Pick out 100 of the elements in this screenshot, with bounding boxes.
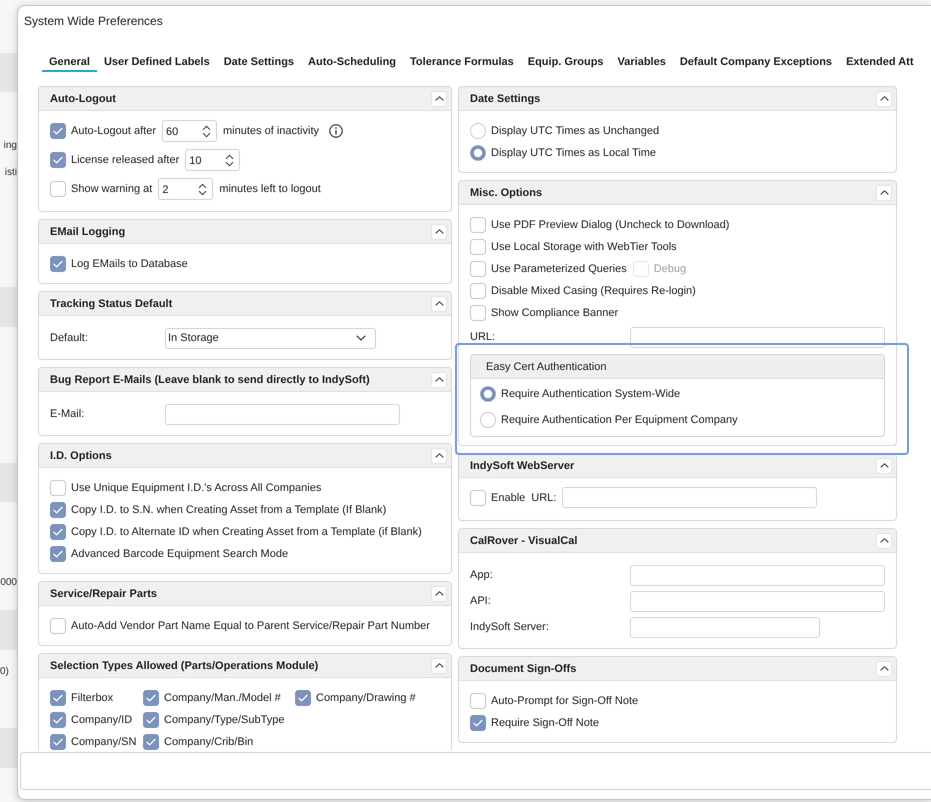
collapse-button[interactable] [431,90,447,106]
collapse-button[interactable] [876,532,892,548]
panel-title: Document Sign-Offs [470,662,576,674]
radio-button[interactable] [480,412,496,428]
caret-up-icon[interactable] [434,453,444,458]
radio-label: Require Authentication Per Equipment Company [501,414,738,426]
checkbox[interactable] [470,490,486,506]
number-spinner[interactable]: 10 [185,148,240,170]
checkbox[interactable] [50,712,66,728]
checkbox-label: Company/Man./Model # [164,692,281,704]
text-field[interactable] [562,487,818,508]
caret-up-icon[interactable] [880,666,888,671]
checkbox[interactable] [143,734,159,750]
text-field[interactable] [630,564,885,586]
row-stripe [0,287,17,327]
checkbox[interactable] [50,502,66,518]
checkbox[interactable] [50,180,66,196]
radio-label: Display UTC Times as Local Time [491,147,656,159]
checkbox[interactable] [295,690,311,706]
radio-button[interactable] [470,123,486,139]
checkbox-label: Company/Crib/Bin [164,736,254,748]
panel-title: IndySoft WebServer [470,460,574,472]
checkbox[interactable] [50,546,66,562]
radio-button[interactable] [480,386,496,402]
checkbox-label: Enable [491,492,526,504]
tab[interactable]: Auto-Scheduling [301,54,404,72]
checkbox[interactable] [50,256,66,272]
caret-up-icon[interactable] [434,591,444,596]
collapse-button[interactable] [431,224,447,240]
caret-up-icon[interactable] [434,377,444,382]
caret-up-icon[interactable] [434,96,444,101]
collapse-button[interactable] [876,90,892,106]
tab[interactable]: General [42,54,97,72]
checkbox[interactable] [470,283,486,299]
field-label: App: [470,569,494,581]
number-spinner[interactable]: 2 [158,178,214,200]
collapse-button[interactable] [431,372,447,388]
collapse-button[interactable] [876,458,892,474]
checkbox[interactable] [470,305,486,321]
checkbox[interactable] [470,715,486,731]
tab[interactable]: Variables [610,54,673,72]
panel-title: EMail Logging [50,226,126,238]
panel-title: Tracking Status Default [50,298,172,310]
collapse-button[interactable] [431,658,447,674]
checkbox[interactable] [50,618,66,634]
field-label: IndySoft Server: [470,621,550,633]
radio-label: Require Authentication System-Wide [501,388,680,400]
checkbox[interactable] [50,690,66,706]
row-stripe [0,53,17,92]
panel-title: Misc. Options [470,186,542,198]
tab[interactable]: Tolerance Formulas [403,54,521,72]
tab[interactable]: Extended Att [839,54,920,72]
text-field[interactable] [630,590,885,612]
up-down-arrows-icon[interactable] [225,154,234,167]
collapse-button[interactable] [431,448,447,464]
caret-up-icon[interactable] [880,190,888,195]
chevron-down-icon[interactable] [356,335,366,341]
up-down-arrows-icon[interactable] [198,183,208,196]
panel-title: CalRover - VisualCal [470,534,578,546]
checkbox[interactable] [470,693,486,709]
checkbox-label: Copy I.D. to Alternate ID when Creating Asset from a Template (if Blank) [71,526,422,538]
tab[interactable]: User Defined Labels [96,54,217,72]
text-field[interactable] [630,616,820,638]
tab[interactable]: Date Settings [216,54,302,72]
checkbox[interactable] [470,217,486,233]
checkbox[interactable] [50,524,66,540]
caret-up-icon[interactable] [880,538,888,543]
up-down-arrows-icon[interactable] [202,125,212,138]
caret-up-icon[interactable] [434,301,444,306]
checkbox-label: Filterbox [71,692,114,704]
dropdown[interactable]: In Storage [165,328,376,348]
tab[interactable]: Default Company Exceptions [672,54,840,72]
info-icon[interactable] [329,124,343,138]
checkbox[interactable] [143,690,159,706]
checkbox[interactable] [50,122,66,138]
background-text: 000 [0,576,17,590]
text-field[interactable] [165,404,400,424]
checkbox-label: Show Compliance Banner [491,307,618,319]
collapse-button[interactable] [431,296,447,312]
caret-up-icon[interactable] [880,463,888,468]
checkbox[interactable] [50,480,66,496]
checkbox[interactable] [470,239,486,255]
checkbox-label: Company/Type/SubType [164,714,284,726]
checkbox[interactable] [50,734,66,750]
tab[interactable]: Equip. Groups [520,54,611,72]
checkbox-label: Log EMails to Database [71,258,188,270]
checkbox[interactable] [143,712,159,728]
checkbox[interactable] [470,261,486,277]
checkbox-label: License released after [71,154,180,166]
caret-up-icon[interactable] [434,229,444,234]
checkbox-label: Show warning at [71,182,152,194]
text-field[interactable] [630,326,885,348]
radio-button[interactable] [470,145,486,161]
number-spinner[interactable]: 60 [162,120,218,142]
caret-up-icon[interactable] [434,663,444,668]
collapse-button[interactable] [431,586,447,602]
collapse-button[interactable] [876,184,892,200]
collapse-button[interactable] [876,660,892,676]
caret-up-icon[interactable] [880,96,888,101]
checkbox[interactable] [50,152,66,168]
